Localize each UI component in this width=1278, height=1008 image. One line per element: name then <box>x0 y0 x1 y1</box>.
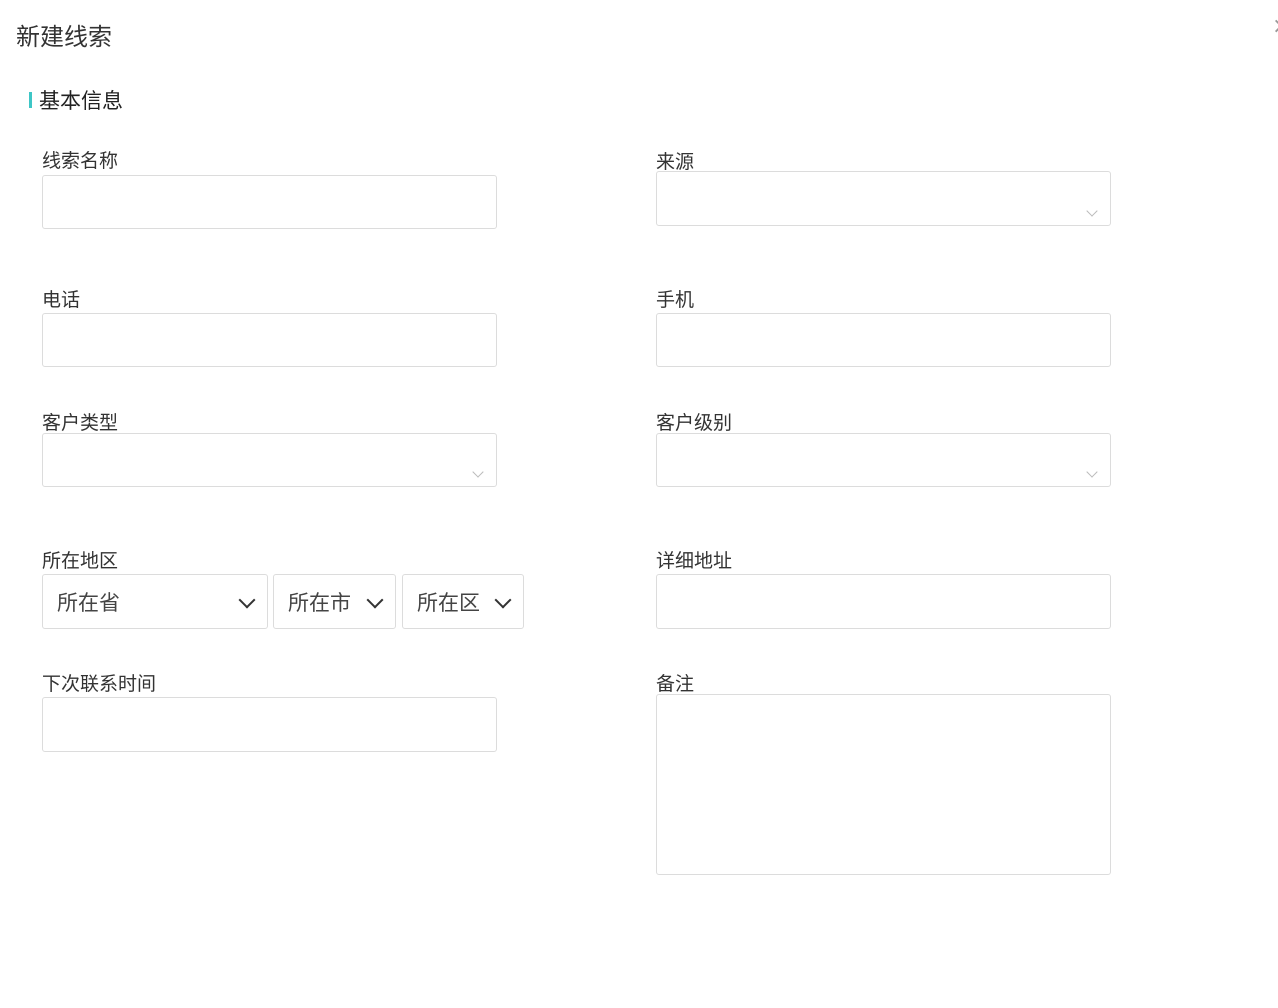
close-icon[interactable]: × <box>1272 14 1278 39</box>
province-select[interactable]: 所在省 <box>42 574 268 629</box>
chevron-down-icon <box>472 466 484 478</box>
district-value: 所在区 <box>417 590 480 615</box>
source-label: 来源 <box>656 151 695 173</box>
city-value: 所在市 <box>288 590 351 615</box>
next-contact-input[interactable] <box>42 697 497 752</box>
remark-label: 备注 <box>656 673 695 695</box>
remark-textarea[interactable] <box>656 694 1111 875</box>
next-contact-label: 下次联系时间 <box>42 673 157 695</box>
section-accent-bar <box>29 92 32 108</box>
chevron-down-icon <box>494 591 512 609</box>
address-input[interactable] <box>656 574 1111 629</box>
customer-type-label: 客户类型 <box>42 412 119 434</box>
city-select[interactable]: 所在市 <box>273 574 396 629</box>
chevron-down-icon <box>1086 205 1098 217</box>
chevron-down-icon <box>238 591 256 609</box>
name-input[interactable] <box>42 175 497 229</box>
section-header: 基本信息 <box>29 85 123 115</box>
chevron-down-icon <box>1086 466 1098 478</box>
phone-label: 电话 <box>42 289 81 311</box>
customer-level-label: 客户级别 <box>656 412 733 434</box>
section-title: 基本信息 <box>39 89 123 113</box>
address-label: 详细地址 <box>656 550 733 572</box>
source-select[interactable] <box>656 171 1111 226</box>
region-label: 所在地区 <box>42 550 119 572</box>
province-value: 所在省 <box>57 590 120 615</box>
phone-input[interactable] <box>42 313 497 367</box>
mobile-label: 手机 <box>656 289 695 311</box>
mobile-input[interactable] <box>656 313 1111 367</box>
customer-level-select[interactable] <box>656 433 1111 487</box>
name-label: 线索名称 <box>42 150 119 172</box>
customer-type-select[interactable] <box>42 433 497 487</box>
dialog-title: 新建线索 <box>16 23 112 51</box>
district-select[interactable]: 所在区 <box>402 574 524 629</box>
chevron-down-icon <box>366 591 384 609</box>
